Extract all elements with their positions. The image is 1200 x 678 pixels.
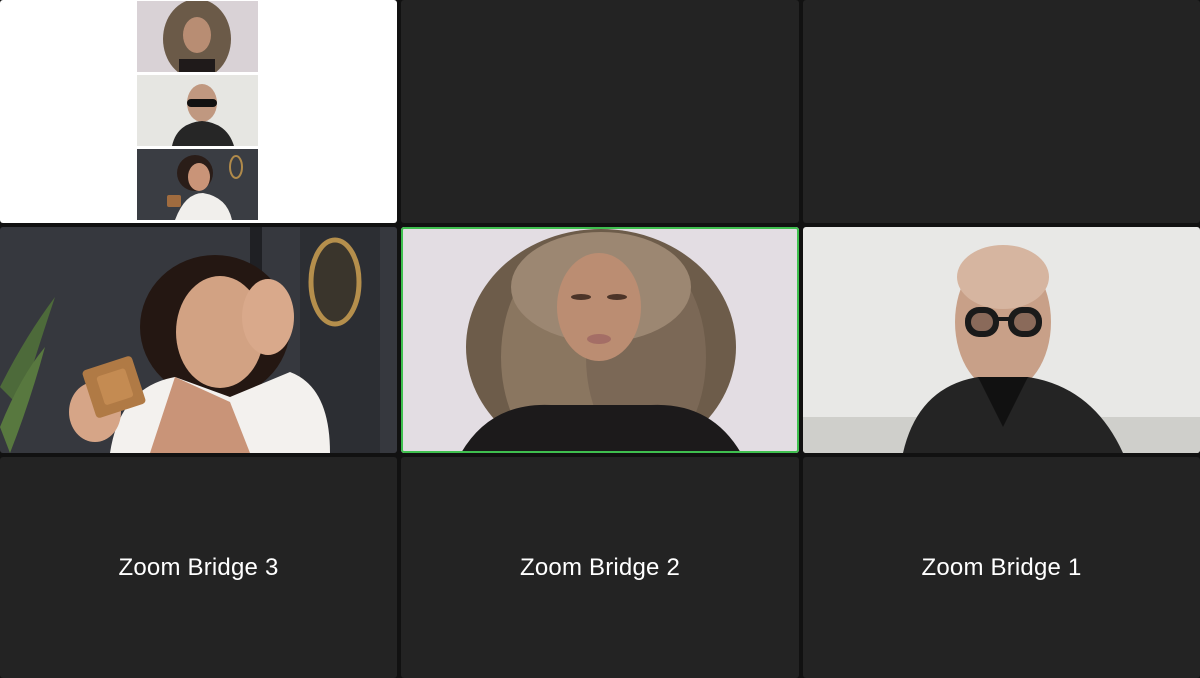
thumbnail-curly-hair-woman[interactable]	[137, 1, 258, 72]
video-tile-zoom-bridge-2[interactable]: Zoom Bridge 2	[401, 457, 799, 678]
video-tile-zoom-bridge-3[interactable]: Zoom Bridge 3	[0, 457, 397, 678]
participant-video	[137, 75, 258, 146]
video-tile-zoom-bridge-1[interactable]: Zoom Bridge 1	[803, 457, 1200, 678]
thumbnail-man-with-glasses[interactable]	[137, 75, 258, 146]
empty-video-tile	[803, 0, 1200, 223]
video-tile-man-with-glasses[interactable]	[803, 227, 1200, 453]
video-tile-woman-with-perfume[interactable]	[0, 227, 397, 453]
participant-video	[137, 1, 258, 72]
empty-video-tile	[401, 0, 799, 223]
video-tile-curly-hair-woman[interactable]	[401, 227, 799, 453]
thumbnail-woman-with-perfume[interactable]	[137, 149, 258, 220]
participant-video	[803, 227, 1200, 453]
video-grid: Zoom Bridge 3 Zoom Bridge 2 Zoom Bridge …	[0, 0, 1200, 678]
participant-name-label: Zoom Bridge 1	[921, 553, 1082, 581]
participant-video	[137, 149, 258, 220]
participant-video	[0, 227, 397, 453]
gallery-strip-tile[interactable]	[0, 0, 397, 223]
participant-name-label: Zoom Bridge 3	[118, 553, 279, 581]
participant-video	[401, 227, 799, 453]
participant-name-label: Zoom Bridge 2	[519, 553, 680, 581]
